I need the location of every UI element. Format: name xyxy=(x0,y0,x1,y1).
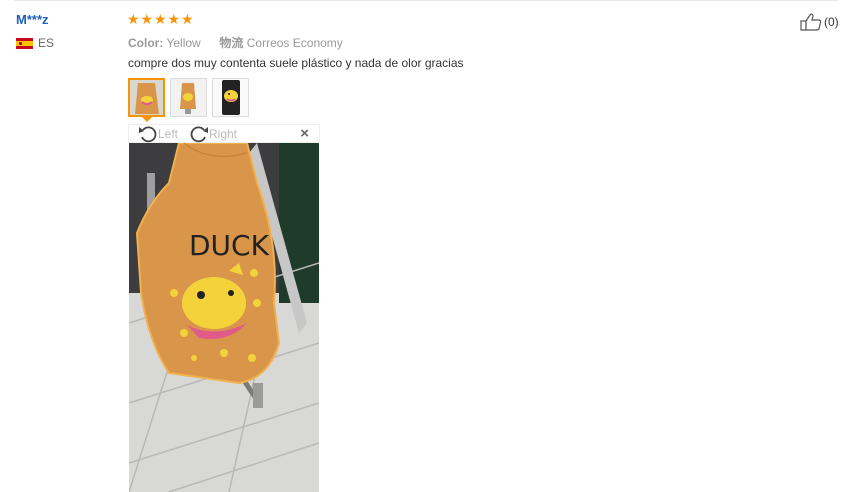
thumbs-up-icon xyxy=(800,13,822,31)
rotate-left-icon xyxy=(139,126,157,143)
photo-thumbnail[interactable] xyxy=(170,78,207,117)
rotate-left-button[interactable]: Left xyxy=(138,125,178,143)
svg-text:DUCK: DUCK xyxy=(189,229,270,262)
review-text: compre dos muy contenta suele plástico y… xyxy=(128,56,464,70)
photo-thumbnail[interactable] xyxy=(128,78,165,117)
star-icon: ★ xyxy=(127,11,140,27)
spain-flag-icon xyxy=(16,37,33,49)
rotate-right-icon xyxy=(190,126,208,143)
star-icon: ★ xyxy=(140,11,154,27)
reviewer-country: ES xyxy=(16,36,54,50)
photo-viewer-toolbar: Left Right × xyxy=(128,124,320,143)
top-divider xyxy=(14,0,838,1)
reviewer-info: M***z ES xyxy=(16,12,54,50)
color-label: Color: xyxy=(128,36,164,50)
star-icon: ★ xyxy=(154,11,167,27)
star-icon: ★ xyxy=(167,11,181,27)
review-photo-large: DUCK xyxy=(129,143,319,492)
color-value: Yellow xyxy=(166,36,201,50)
rotate-right-label: Right xyxy=(209,127,238,141)
star-icon: ★ xyxy=(181,11,194,27)
rating-stars: ★ ★ ★ ★ ★ xyxy=(127,12,195,26)
logistics-label: 物流 xyxy=(219,36,244,50)
selected-thumbnail-indicator xyxy=(142,117,152,122)
helpful-button[interactable]: (0) xyxy=(800,13,839,31)
country-code: ES xyxy=(38,36,55,50)
logistics-value: Correos Economy xyxy=(246,36,343,50)
close-viewer-button[interactable]: × xyxy=(300,126,309,142)
photo-thumbnail[interactable] xyxy=(212,78,249,117)
like-count: (0) xyxy=(824,15,839,29)
rotate-left-label: Left xyxy=(158,127,179,141)
rotate-right-button[interactable]: Right xyxy=(189,125,237,143)
review-photo-thumbnails xyxy=(128,78,254,117)
reviewer-name-link[interactable]: M***z xyxy=(16,12,49,27)
review-meta: Color: Yellow 物流 Correos Economy xyxy=(128,34,343,51)
